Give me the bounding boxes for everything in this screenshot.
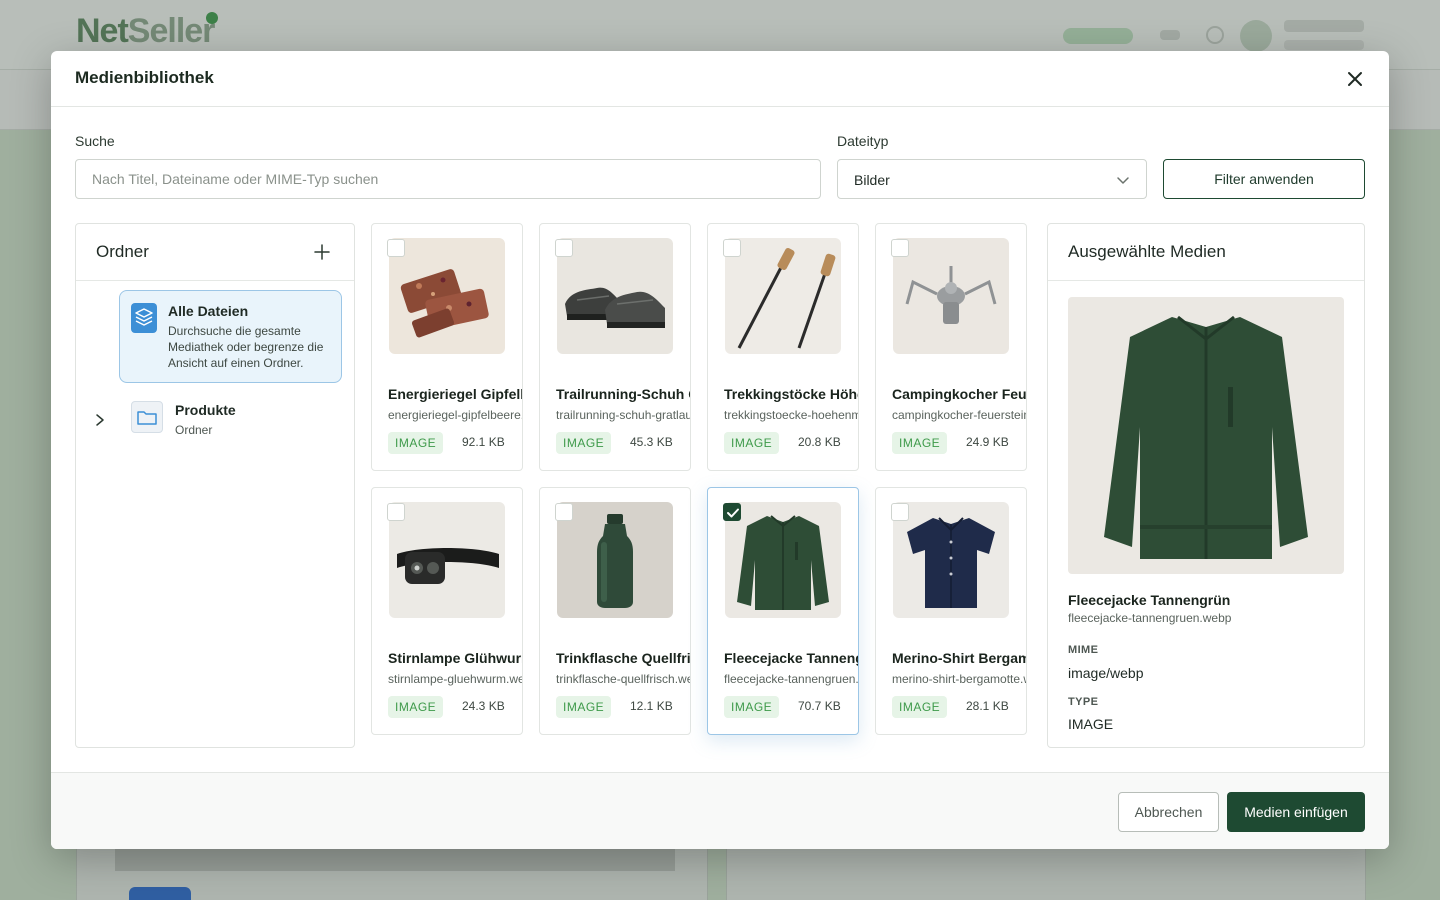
apply-filter-button[interactable]: Filter anwenden (1163, 159, 1365, 199)
media-type-badge: IMAGE (556, 432, 612, 454)
media-size: 24.9 KB (966, 435, 1009, 449)
media-type-badge: IMAGE (892, 432, 948, 454)
media-filename: trekkingstoecke-hoehenmeter.webp (724, 408, 858, 422)
add-folder-icon[interactable] (314, 244, 330, 260)
media-thumbnail (893, 502, 1009, 618)
media-size: 92.1 KB (462, 435, 505, 449)
media-thumbnail (557, 238, 673, 354)
type-label: TYPE (1068, 696, 1099, 708)
media-card[interactable]: Energieriegel Gipfelbeere energieriegel-… (371, 223, 523, 471)
all-files-description: Durchsuche die gesamte Mediathek oder be… (168, 324, 324, 370)
search-input[interactable] (75, 159, 821, 199)
media-type-badge: IMAGE (556, 696, 612, 718)
media-filename: trailrunning-schuh-gratlauf.webp (556, 408, 691, 422)
media-card[interactable]: Merino-Shirt Bergamotte merino-shirt-ber… (875, 487, 1027, 735)
filetype-label: Dateityp (837, 133, 889, 149)
mime-value: image/webp (1068, 665, 1144, 681)
media-checkbox[interactable] (555, 239, 573, 257)
all-files-title: Alle Dateien (168, 303, 249, 319)
cancel-button[interactable]: Abbrechen (1118, 792, 1219, 832)
media-card[interactable]: Stirnlampe Glühwurm stirnlampe-gluehwurm… (371, 487, 523, 735)
media-library-modal: Medienbibliothek Suche Dateityp Bilder F… (51, 51, 1389, 849)
insert-media-button[interactable]: Medien einfügen (1227, 792, 1365, 832)
folders-header: Ordner (76, 224, 354, 281)
media-size: 24.3 KB (462, 699, 505, 713)
selected-media-filename: fleecejacke-tannengruen.webp (1068, 611, 1232, 625)
media-card[interactable]: Fleecejacke Tannengrün fleecejacke-tanne… (707, 487, 859, 735)
media-title: Campingkocher Feuerstein (892, 386, 1027, 402)
chevron-right-icon[interactable] (95, 413, 105, 427)
media-checkbox[interactable] (891, 503, 909, 521)
folder-name: Produkte (175, 402, 236, 418)
media-checkbox[interactable] (555, 503, 573, 521)
selected-media-name: Fleecejacke Tannengrün (1068, 592, 1231, 608)
media-thumbnail (389, 238, 505, 354)
media-size: 45.3 KB (630, 435, 673, 449)
media-card[interactable]: Campingkocher Feuerstein campingkocher-f… (875, 223, 1027, 471)
media-thumbnail (389, 502, 505, 618)
filetype-selected-value: Bilder (854, 172, 890, 188)
mime-label: MIME (1068, 644, 1099, 656)
media-title: Fleecejacke Tannengrün (724, 650, 858, 666)
media-size: 70.7 KB (798, 699, 841, 713)
folder-subtitle: Ordner (175, 423, 213, 437)
folders-title: Ordner (96, 242, 149, 261)
media-size: 28.1 KB (966, 699, 1009, 713)
media-title: Stirnlampe Glühwurm (388, 650, 523, 666)
type-value: IMAGE (1068, 716, 1114, 732)
media-thumbnail (725, 238, 841, 354)
media-checkbox[interactable] (387, 239, 405, 257)
filetype-select[interactable]: Bilder (837, 159, 1147, 199)
selected-media-panel: Ausgewählte Medien Fleecejacke Tannengrü… (1047, 223, 1365, 748)
media-type-badge: IMAGE (892, 696, 948, 718)
media-card[interactable]: Trinkflasche Quellfrisch trinkflasche-qu… (539, 487, 691, 735)
media-filename: fleecejacke-tannengruen.webp (724, 672, 859, 686)
folder-item-produkte[interactable]: Produkte Ordner (76, 394, 354, 444)
media-type-badge: IMAGE (724, 432, 780, 454)
check-icon (727, 508, 739, 518)
media-card[interactable]: Trailrunning-Schuh Gratlauf trailrunning… (539, 223, 691, 471)
modal-header: Medienbibliothek (51, 51, 1389, 107)
media-checkbox[interactable] (387, 503, 405, 521)
media-thumbnail (557, 502, 673, 618)
media-filename: merino-shirt-bergamotte.webp (892, 672, 1026, 686)
folders-panel: Ordner Alle Dateien Durchsuche die gesam… (75, 223, 355, 748)
media-filename: campingkocher-feuerstein.webp (892, 408, 1026, 422)
search-label: Suche (75, 133, 115, 149)
media-type-badge: IMAGE (724, 696, 780, 718)
media-checkbox[interactable] (723, 239, 741, 257)
stack-icon (131, 303, 157, 333)
selected-media-preview (1068, 297, 1344, 574)
media-checkbox-checked[interactable] (723, 503, 741, 521)
media-title: Energieriegel Gipfelbeere (388, 386, 522, 402)
close-icon (1348, 72, 1362, 86)
media-title: Trinkflasche Quellfrisch (556, 650, 691, 666)
media-thumbnail (725, 502, 841, 618)
media-card[interactable]: Trekkingstöcke Höhenmeter trekkingstoeck… (707, 223, 859, 471)
media-title: Merino-Shirt Bergamotte (892, 650, 1026, 666)
modal-title: Medienbibliothek (75, 68, 214, 87)
modal-footer: Abbrechen Medien einfügen (51, 772, 1389, 849)
close-button[interactable] (1345, 69, 1365, 89)
selected-media-header: Ausgewählte Medien (1048, 224, 1364, 281)
folder-item-all-files[interactable]: Alle Dateien Durchsuche die gesamte Medi… (119, 290, 342, 383)
media-title: Trekkingstöcke Höhenmeter (724, 386, 858, 402)
media-size: 12.1 KB (630, 699, 673, 713)
chevron-down-icon (1117, 177, 1129, 184)
media-filename: trinkflasche-quellfrisch.webp (556, 672, 690, 686)
media-filename: stirnlampe-gluehwurm.webp (388, 672, 522, 686)
media-thumbnail (893, 238, 1009, 354)
selected-media-title: Ausgewählte Medien (1068, 242, 1226, 261)
media-type-badge: IMAGE (388, 696, 444, 718)
media-type-badge: IMAGE (388, 432, 444, 454)
media-size: 20.8 KB (798, 435, 841, 449)
folder-icon (131, 401, 163, 433)
media-title: Trailrunning-Schuh Gratlauf (556, 386, 690, 402)
media-filename: energieriegel-gipfelbeere.webp (388, 408, 523, 422)
media-checkbox[interactable] (891, 239, 909, 257)
